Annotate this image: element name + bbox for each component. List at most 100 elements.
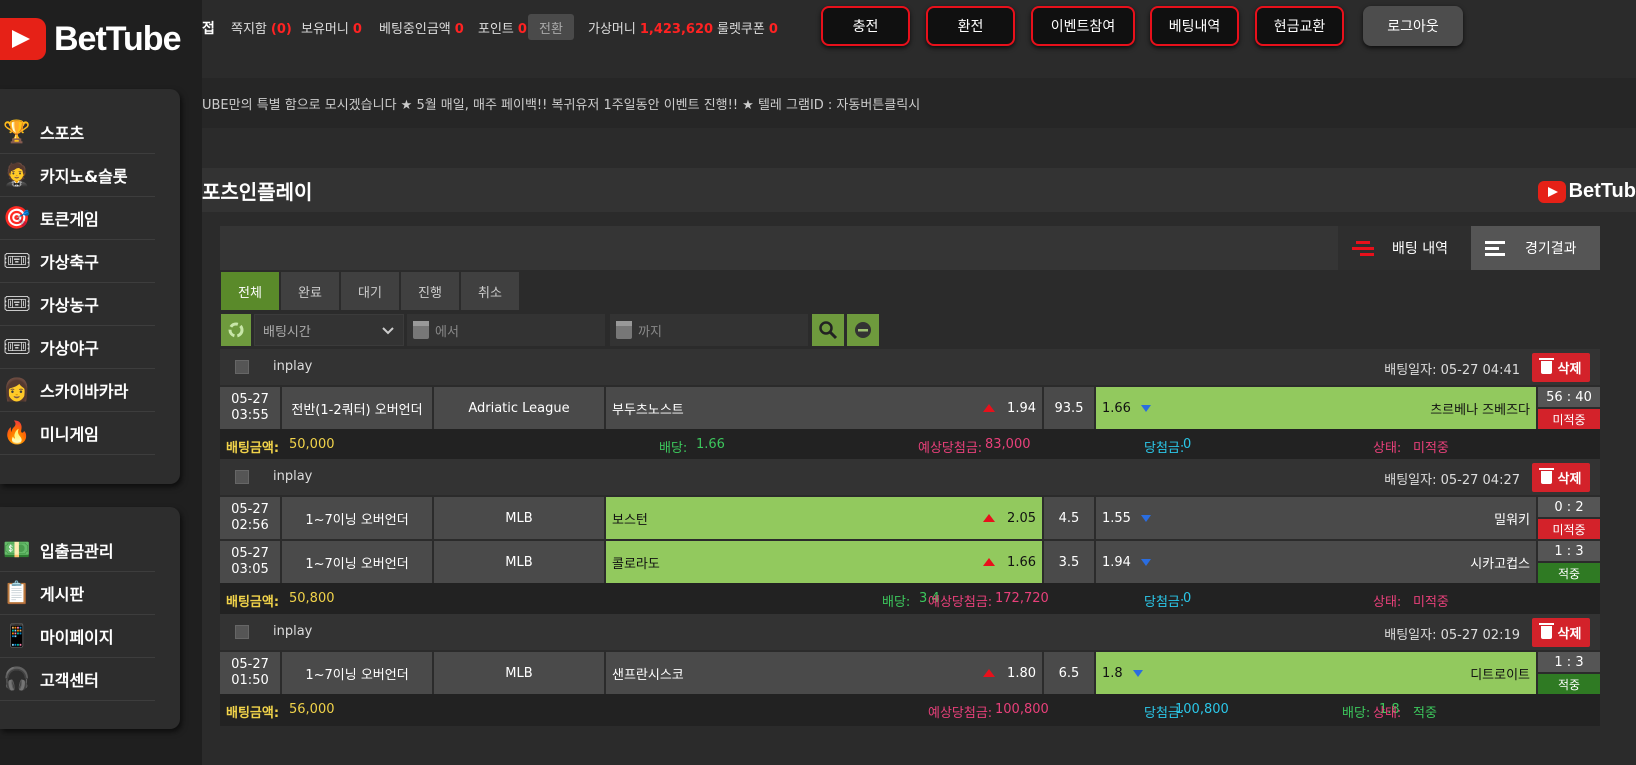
money-icon: 💵 [3,537,31,563]
arrow-up-icon [983,514,996,522]
refresh-button[interactable] [221,314,251,346]
sidebar-item-main-1[interactable]: 🤵 카지노&슬롯 [0,154,155,197]
score: 1 : 3 [1538,541,1600,561]
bet-amount: 50,800 [289,591,335,606]
handicap-line: 93.5 [1044,387,1094,429]
withdraw-button[interactable]: 환전 [926,6,1015,46]
sidebar-item-sub-2[interactable]: 📱 마이페이지 [0,615,155,658]
calendar-icon [413,321,429,339]
bet-type-label: inplay [273,469,313,484]
expected-payout: 100,800 [995,702,1049,717]
bet-checkbox[interactable] [235,625,249,639]
sidebar-item-main-3[interactable]: 🎟 가상축구 [0,240,155,283]
status-badge: 적중 [1538,563,1600,583]
event-button[interactable]: 이벤트참여 [1031,6,1135,46]
cut-label: 접 [202,21,215,37]
notice-ticker: UBE만의 특별 함으로 모시겠습니다 ★ 5월 매일, 매주 페이백!! 복귀… [202,78,1636,128]
date-to-field[interactable]: 까지 [610,314,808,346]
deposit-button[interactable]: 충전 [821,6,910,46]
sidebar-item-label: 가상야구 [40,339,99,358]
trophy-icon: 🏆 [3,119,31,145]
logout-button[interactable]: 로그아웃 [1363,6,1463,46]
sidebar-item-sub-0[interactable]: 💵 입출금관리 [0,529,155,572]
away-pick[interactable]: 1.94 시카고컵스 [1096,541,1536,583]
market-type: 1~7이닝 오버언더 [282,497,432,539]
ticker-text: UBE만의 특별 함으로 모시겠습니다 ★ 5월 매일, 매주 페이백!! 복귀… [202,97,921,113]
date-from-field[interactable]: 에서 [407,314,605,346]
convert-button[interactable]: 전환 [528,14,574,40]
virtual-money-display: 가상머니 1,423,620 [588,22,714,37]
bet-history-top-button[interactable]: 베팅내역 [1150,6,1239,46]
refresh-icon [228,322,244,338]
won-amount: 100,800 [1175,702,1229,717]
sidebar-item-main-6[interactable]: 👩 스카이바카라 [0,369,155,412]
ticket-icon: 🎟 [3,291,31,317]
arrow-down-icon [1140,514,1151,522]
away-pick[interactable]: 1.55 밀워키 [1096,497,1536,539]
arrow-up-icon [983,558,996,566]
game-row: 05-27 03:05 1~7이닝 오버언더 MLB 콜로라도 1.66 3.5 1.94 시카… [220,541,1600,583]
bet-checkbox[interactable] [235,470,249,484]
arrow-down-icon [1140,404,1151,412]
bet-history-button[interactable]: 배팅 내역 [1338,226,1471,270]
play-logo-icon [0,18,46,60]
clear-filter-button[interactable] [847,314,879,346]
game-time: 05-27 02:56 [220,497,280,539]
top-bar: 접 쪽지함 (0) 보유머니 0 베팅중인금액 0 포인트 0 전환 가상머니 1,423… [202,0,1636,56]
support-icon: 🎧 [3,666,31,692]
sidebar-item-main-2[interactable]: 🎯 토큰게임 [0,197,155,240]
results-button[interactable]: 경기결과 [1471,226,1600,270]
sidebar-item-sub-1[interactable]: 📋 게시판 [0,572,155,615]
status-badge: 적중 [1538,674,1600,694]
tab-all[interactable]: 전체 [221,272,279,310]
bet-header: inplay 배팅일자: 05-27 02:19 삭제 [220,614,1600,650]
home-pick[interactable]: 샌프란시스코 1.80 [606,652,1042,694]
sidebar-item-sub-3[interactable]: 🎧 고객센터 [0,658,155,701]
dealer-icon: 🤵 [3,162,31,188]
site-logo[interactable]: BetTube [0,14,181,64]
sidebar-item-label: 가상농구 [40,296,99,315]
delete-button[interactable]: 삭제 [1532,463,1590,492]
time-select[interactable]: 배팅시간 [254,314,404,346]
betting-amount-display: 베팅중인금액 0 [379,22,464,37]
away-pick[interactable]: 1.66 츠르베나 즈베즈다 [1096,387,1536,429]
account-menu: 💵 입출금관리 📋 게시판 📱 마이페이지 🎧 고객센터 [0,507,180,729]
list-icon [1485,238,1507,259]
arrow-down-icon [1140,558,1151,566]
sidebar-item-label: 미니게임 [40,425,99,444]
bet-odds: 1.66 [696,437,725,452]
page-title: 포츠인플레이 [202,179,313,204]
ticket-icon: 🎟 [3,248,31,274]
header-logo: BetTub [1537,180,1636,203]
delete-button[interactable]: 삭제 [1532,618,1590,647]
bet-checkbox[interactable] [235,360,249,374]
points-display: 포인트 0 [478,22,527,37]
cash-exchange-button[interactable]: 현금교환 [1255,6,1344,46]
money-display: 보유머니 0 [301,22,362,37]
search-button[interactable] [812,314,844,346]
sidebar: BetTube 🏆 스포츠 🤵 카지노&슬롯 🎯 토큰게임 🎟 가상축구 🎟 가상농구 🎟 가상야구 👩… [0,0,202,765]
tab-waiting[interactable]: 대기 [341,272,399,310]
game-time: 05-27 03:55 [220,387,280,429]
bet-amount: 56,000 [289,702,335,717]
tab-complete[interactable]: 완료 [281,272,339,310]
won-amount: 0 [1183,591,1192,606]
away-pick[interactable]: 1.8 디트로이트 [1096,652,1536,694]
sidebar-item-main-5[interactable]: 🎟 가상야구 [0,326,155,369]
messages-link[interactable]: 쪽지함 (0) [231,18,292,37]
score: 1 : 3 [1538,652,1600,672]
sidebar-item-main-0[interactable]: 🏆 스포츠 [0,111,155,154]
avatar-icon: 👩 [3,377,31,403]
home-pick[interactable]: 부두츠노스트 1.94 [606,387,1042,429]
game-row: 05-27 02:56 1~7이닝 오버언더 MLB 보스턴 2.05 4.5 1.55 밀워키… [220,497,1600,539]
tab-progress[interactable]: 진행 [401,272,459,310]
delete-button[interactable]: 삭제 [1532,353,1590,382]
home-pick[interactable]: 콜로라도 1.66 [606,541,1042,583]
tab-cancel[interactable]: 취소 [461,272,519,310]
bet-status: 미적중 [1413,441,1449,456]
home-pick[interactable]: 보스턴 2.05 [606,497,1042,539]
bet-header: inplay 배팅일자: 05-27 04:27 삭제 [220,459,1600,495]
sidebar-item-main-4[interactable]: 🎟 가상농구 [0,283,155,326]
sidebar-item-main-7[interactable]: 🔥 미니게임 [0,412,155,455]
trash-icon [1538,468,1554,484]
